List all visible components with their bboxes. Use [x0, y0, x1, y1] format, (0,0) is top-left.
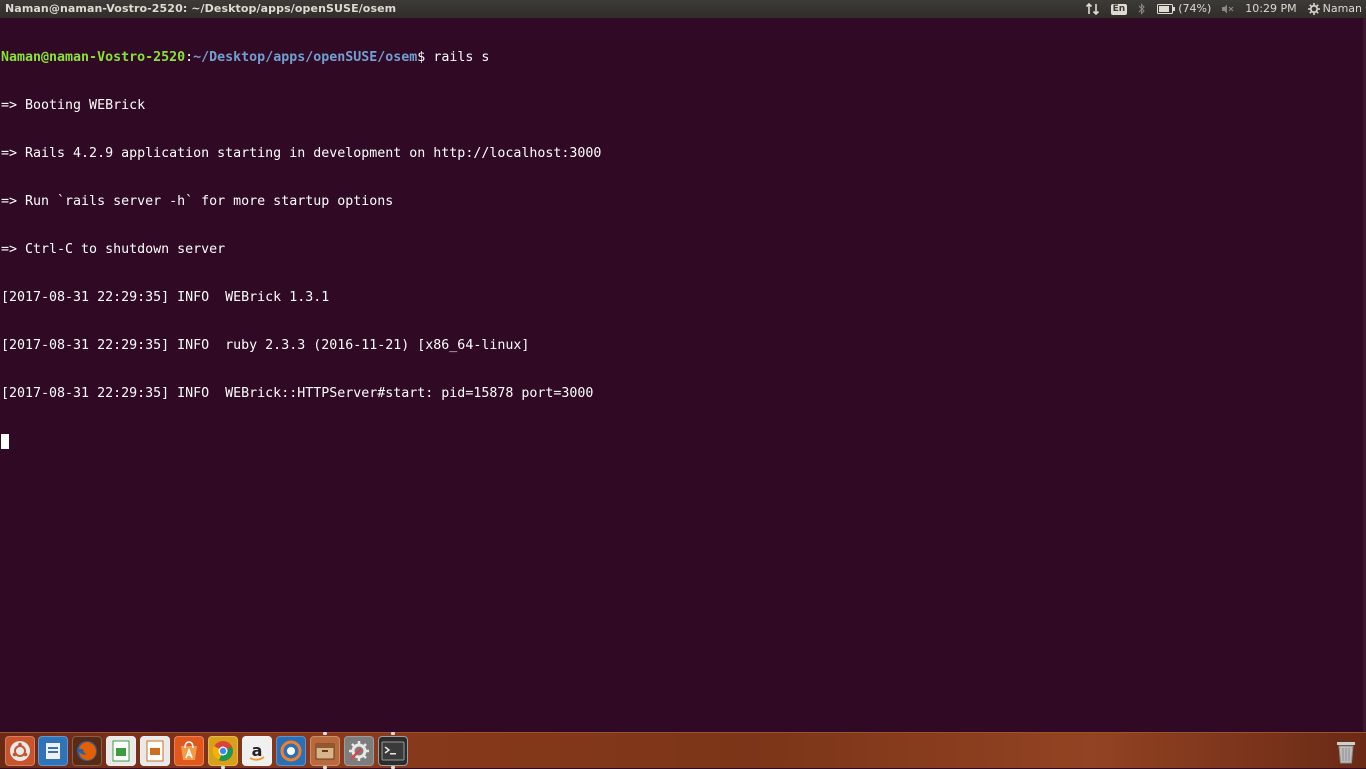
- session-indicator[interactable]: Naman: [1307, 0, 1362, 18]
- trash-icon: [1337, 742, 1355, 764]
- system-settings-icon: [349, 741, 369, 761]
- archive-manager-button[interactable]: [310, 732, 340, 769]
- launcher-bar: a: [0, 732, 1366, 769]
- keyboard-indicator[interactable]: En: [1110, 3, 1128, 15]
- user-name: Naman: [1322, 2, 1362, 15]
- calc-button[interactable]: [106, 736, 136, 766]
- gear-icon: [1307, 3, 1320, 15]
- prompt-separator: :: [185, 50, 194, 65]
- impress-button[interactable]: [140, 736, 170, 766]
- terminal-window[interactable]: Naman@naman-Vostro-2520:~/Desktop/apps/o…: [0, 18, 1366, 732]
- window-title: Naman@naman-Vostro-2520: ~/Desktop/apps/…: [5, 2, 397, 15]
- sound-indicator[interactable]: [1222, 4, 1234, 14]
- ubuntu-dash-button[interactable]: [5, 736, 35, 766]
- libreoffice-impress-icon: [146, 740, 164, 762]
- amazon-icon: a: [249, 741, 265, 761]
- bluetooth-icon: [1138, 3, 1145, 15]
- terminal-button[interactable]: [378, 732, 408, 769]
- top-panel: Naman@naman-Vostro-2520: ~/Desktop/apps/…: [0, 0, 1366, 18]
- libreoffice-calc-icon: [112, 740, 130, 762]
- system-settings-button[interactable]: [344, 736, 374, 766]
- chrome-icon: [212, 741, 233, 761]
- indicator-area: En (74%) 10:29 PM Naman: [1085, 0, 1362, 18]
- output-line: => Booting WEBrick: [1, 98, 146, 113]
- terminal-output: Naman@naman-Vostro-2520:~/Desktop/apps/o…: [0, 18, 1366, 482]
- svg-text:a: a: [252, 741, 263, 760]
- clock[interactable]: 10:29 PM: [1245, 0, 1296, 18]
- output-line: [2017-08-31 22:29:35] INFO ruby 2.3.3 (2…: [1, 338, 530, 353]
- prompt-command: rails s: [425, 50, 490, 65]
- running-indicator: [323, 732, 327, 735]
- terminal-icon: [381, 741, 405, 761]
- ubuntu-one-icon: [280, 740, 302, 762]
- ubuntu-dash-icon: [10, 741, 30, 761]
- chrome-button[interactable]: [208, 736, 238, 769]
- software-center-button[interactable]: [174, 736, 204, 766]
- cursor-line: [1, 434, 1366, 450]
- volume-muted-icon: [1222, 4, 1234, 14]
- output-line: [2017-08-31 22:29:35] INFO WEBrick::HTTP…: [1, 386, 594, 401]
- archive-manager-icon: [315, 743, 335, 760]
- output-line: => Rails 4.2.9 application starting in d…: [1, 146, 602, 161]
- network-arrows-icon: [1085, 3, 1099, 15]
- keyboard-layout: En: [1110, 3, 1128, 15]
- prompt-user-host: Naman@naman-Vostro-2520: [1, 50, 186, 65]
- files-button[interactable]: [38, 736, 68, 766]
- output-line: => Run `rails server -h` for more startu…: [1, 194, 394, 209]
- prompt-path: ~/Desktop/apps/openSUSE/osem: [193, 50, 418, 65]
- terminal-cursor: [1, 434, 9, 449]
- output-line: [2017-08-31 22:29:35] INFO WEBrick 1.3.1: [1, 290, 330, 305]
- battery-icon: [1157, 4, 1176, 14]
- network-indicator[interactable]: [1085, 3, 1100, 15]
- amazon-button[interactable]: a: [242, 736, 272, 766]
- firefox-button[interactable]: [72, 736, 102, 766]
- firefox-icon: [77, 741, 97, 761]
- output-line: => Ctrl-C to shutdown server: [1, 242, 226, 257]
- prompt-line: Naman@naman-Vostro-2520:~/Desktop/apps/o…: [1, 50, 1366, 66]
- ubuntu-one-button[interactable]: [276, 736, 306, 766]
- battery-percentage: (74%): [1178, 2, 1212, 15]
- bluetooth-indicator[interactable]: [1138, 3, 1146, 15]
- software-center-icon: [181, 741, 197, 760]
- running-indicator: [391, 732, 395, 735]
- trash-button[interactable]: [1331, 736, 1361, 766]
- files-icon: [46, 743, 60, 759]
- battery-indicator[interactable]: (74%): [1157, 0, 1211, 18]
